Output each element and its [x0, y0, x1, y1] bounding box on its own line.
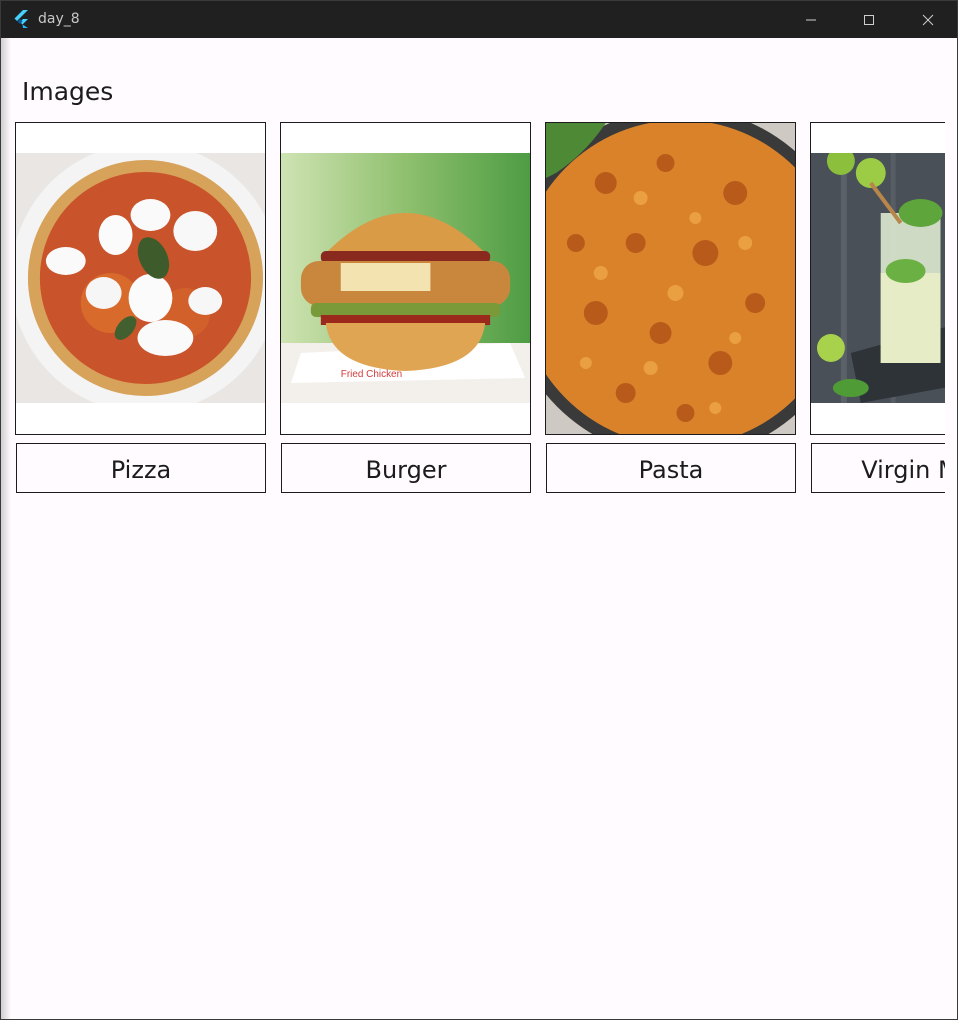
mojito-image: [811, 153, 945, 403]
page-content: Images Pizza Fried Chicken Burger Pasta …: [1, 38, 957, 1019]
pasta-image: [546, 123, 795, 434]
flutter-logo-icon: [14, 10, 28, 28]
image-frame: [15, 122, 266, 435]
image-frame: [545, 122, 796, 435]
item-label-box[interactable]: Burger: [281, 443, 531, 493]
window-title: day_8: [38, 11, 80, 27]
item-label-box[interactable]: Pasta: [546, 443, 796, 493]
maximize-button[interactable]: [840, 1, 898, 38]
item-label-box[interactable]: Virgin Mojito: [811, 443, 945, 493]
item-label: Pasta: [638, 456, 704, 484]
item-label-box[interactable]: Pizza: [16, 443, 266, 493]
window-edge-shadow: [1, 38, 11, 1019]
app-window: day_8 Images Pizza Fried Chicken Burger …: [0, 0, 958, 1020]
minimize-button[interactable]: [782, 1, 840, 38]
page-title: Images: [22, 76, 114, 106]
svg-text:Fried Chicken: Fried Chicken: [341, 369, 402, 380]
close-button[interactable]: [899, 1, 957, 38]
title-bar[interactable]: day_8: [1, 1, 957, 38]
image-frame: [810, 122, 945, 435]
maximize-icon: [864, 14, 874, 25]
minimize-icon: [806, 19, 816, 20]
image-frame: Fried Chicken: [280, 122, 531, 435]
item-label: Pizza: [110, 456, 172, 484]
pizza-image: [16, 153, 265, 403]
burger-image: Fried Chicken: [281, 153, 530, 403]
close-icon: [922, 14, 934, 25]
item-label: Burger: [365, 456, 447, 484]
horizontal-image-list[interactable]: Pizza Fried Chicken Burger Pasta Virgin: [15, 122, 945, 494]
item-label: Virgin Mojito: [861, 456, 945, 484]
